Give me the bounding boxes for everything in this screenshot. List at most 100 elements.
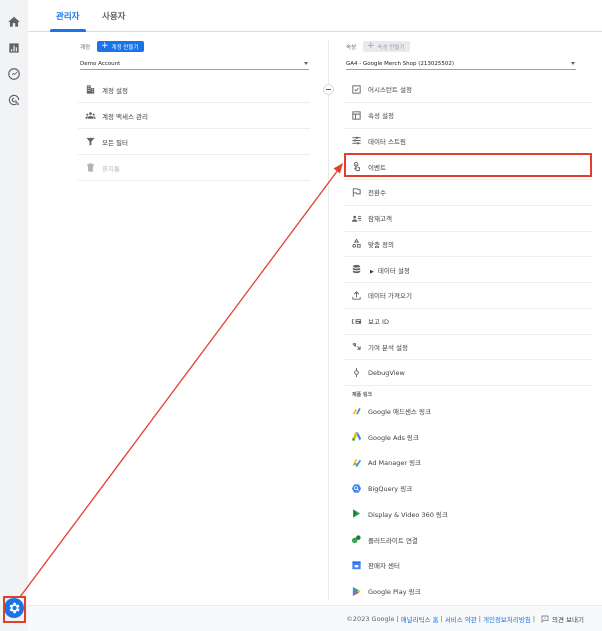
- audiences-item[interactable]: 잠재고객: [344, 206, 592, 232]
- people-icon: [84, 110, 96, 122]
- custom-definitions-item[interactable]: 맞춤 정의: [344, 232, 592, 258]
- report-id-icon: [350, 315, 362, 327]
- create-property-label: 속성 만들기: [377, 44, 405, 51]
- advertising-icon[interactable]: [6, 92, 22, 108]
- account-selector-value: Demo Account: [80, 60, 121, 67]
- upload-icon: [350, 289, 362, 301]
- trash-icon: [84, 162, 96, 174]
- attribution-icon: [350, 341, 362, 353]
- assistant-settings-label: 어시스턴트 설정: [368, 86, 412, 95]
- debugview-item[interactable]: DebugView: [344, 360, 592, 386]
- building-icon: [84, 84, 96, 96]
- data-streams-label: 데이터 스트림: [368, 137, 406, 146]
- footer: ©2023 Google | 애널리틱스 홈 | 서비스 약관 | 개인정보처리…: [28, 605, 602, 631]
- trash-label: 휴지통: [102, 164, 120, 173]
- bigquery-link-item[interactable]: BigQuery 링크: [344, 475, 592, 501]
- column-divider: [328, 40, 329, 600]
- google-play-link-label: Google Play 링크: [368, 588, 421, 597]
- floodlight-link-label: 플러드라이트 연결: [368, 536, 418, 545]
- touch-icon: [350, 161, 362, 173]
- account-settings-label: 계정 설정: [102, 86, 128, 95]
- google-ads-icon: [350, 431, 362, 443]
- expand-triangle-icon[interactable]: ▶: [370, 269, 374, 275]
- window-icon: [350, 109, 362, 121]
- footer-separator: |: [396, 614, 399, 623]
- merchant-center-link-item[interactable]: 판매자 센터: [344, 553, 592, 579]
- account-access-item[interactable]: 계정 액세스 관리: [78, 103, 310, 129]
- tab-users[interactable]: 사용자: [102, 10, 125, 22]
- privacy-link[interactable]: 개인정보처리방침: [483, 614, 531, 624]
- data-settings-item[interactable]: ▶ 데이터 설정: [344, 257, 592, 283]
- analytics-home-link[interactable]: 애널리틱스 홈: [401, 614, 439, 624]
- account-settings-item[interactable]: 계정 설정: [78, 77, 310, 103]
- admin-tabs: 관리자 사용자: [28, 0, 602, 32]
- create-account-button[interactable]: + 계정 만들기: [97, 41, 144, 52]
- reports-icon[interactable]: [6, 40, 22, 56]
- collapse-column-button[interactable]: [323, 84, 334, 95]
- home-icon[interactable]: [6, 14, 22, 30]
- create-account-label: 계정 만들기: [111, 44, 139, 51]
- plus-icon: +: [367, 41, 375, 51]
- gear-highlight-box: [3, 596, 26, 623]
- filter-icon: [84, 136, 96, 148]
- property-menu: 어시스턴트 설정 속성 설정 데이터 스트림 이벤트 전환수 잠재고객 맞춤 정…: [344, 77, 592, 604]
- streams-icon: [350, 135, 362, 147]
- property-settings-item[interactable]: 속성 설정: [344, 103, 592, 129]
- feedback-icon: [541, 615, 549, 623]
- terms-link[interactable]: 서비스 약관: [445, 614, 477, 624]
- tab-admin[interactable]: 관리자: [56, 10, 79, 22]
- all-filters-label: 모든 필터: [102, 138, 128, 147]
- dv360-link-item[interactable]: Display & Video 360 링크: [344, 501, 592, 527]
- footer-separator: |: [478, 614, 481, 623]
- debug-icon: [350, 367, 362, 379]
- trash-item[interactable]: 휴지통: [78, 155, 310, 181]
- bigquery-link-label: BigQuery 링크: [368, 485, 413, 494]
- events-label: 이벤트: [368, 163, 386, 172]
- debugview-label: DebugView: [368, 368, 405, 377]
- left-nav-rail: [0, 0, 28, 631]
- custom-definitions-label: 맞춤 정의: [368, 240, 394, 249]
- account-selector[interactable]: Demo Account: [80, 58, 309, 70]
- shapes-icon: [350, 238, 362, 250]
- google-play-link-item[interactable]: Google Play 링크: [344, 578, 592, 604]
- copyright-text: ©2023 Google: [346, 614, 395, 623]
- explore-icon[interactable]: [6, 66, 22, 82]
- google-ads-link-label: Google Ads 링크: [368, 433, 419, 442]
- reporting-identity-item[interactable]: 보고 ID: [344, 309, 592, 335]
- ad-manager-link-item[interactable]: Ad Manager 링크: [344, 450, 592, 476]
- property-selector-value: GA4 - Google Merch Shop (213025502): [346, 60, 455, 67]
- google-play-icon: [350, 585, 362, 597]
- account-access-label: 계정 액세스 관리: [102, 112, 148, 121]
- chevron-down-icon: [571, 62, 575, 65]
- create-property-button[interactable]: + 속성 만들기: [363, 41, 410, 52]
- floodlight-link-item[interactable]: 플러드라이트 연결: [344, 527, 592, 553]
- property-column-label: 속성: [346, 45, 357, 51]
- all-filters-item[interactable]: 모든 필터: [78, 129, 310, 155]
- dv360-link-label: Display & Video 360 링크: [368, 510, 448, 519]
- adsense-link-label: Google 애드센스 링크: [368, 407, 431, 416]
- property-selector[interactable]: GA4 - Google Merch Shop (213025502): [346, 58, 576, 70]
- plus-icon: +: [101, 41, 109, 51]
- reporting-identity-label: 보고 ID: [368, 318, 389, 327]
- bigquery-icon: [350, 482, 362, 494]
- admin-gear-annotation: [3, 596, 26, 623]
- flag-icon: [350, 186, 362, 198]
- google-ads-link-item[interactable]: Google Ads 링크: [344, 424, 592, 450]
- chevron-down-icon: [304, 62, 308, 65]
- product-links-header: 제품 링크: [352, 392, 373, 398]
- send-feedback-button[interactable]: 의견 보내기: [541, 614, 584, 624]
- assistant-settings-item[interactable]: 어시스턴트 설정: [344, 77, 592, 103]
- data-import-item[interactable]: 데이터 가져오기: [344, 283, 592, 309]
- account-column-label: 계정: [80, 45, 91, 51]
- conversions-item[interactable]: 전환수: [344, 180, 592, 206]
- merchant-center-link-label: 판매자 센터: [368, 562, 400, 571]
- attribution-settings-item[interactable]: 기여 분석 설정: [344, 335, 592, 361]
- merchant-center-icon: [350, 559, 362, 571]
- account-menu: 계정 설정 계정 액세스 관리 모든 필터 휴지통: [78, 77, 310, 181]
- adsense-link-item[interactable]: Google 애드센스 링크: [344, 398, 592, 424]
- floodlight-icon: [350, 534, 362, 546]
- checkbox-icon: [350, 83, 362, 95]
- events-item[interactable]: 이벤트: [344, 154, 592, 180]
- ad-manager-icon: [350, 456, 362, 468]
- data-streams-item[interactable]: 데이터 스트림: [344, 129, 592, 155]
